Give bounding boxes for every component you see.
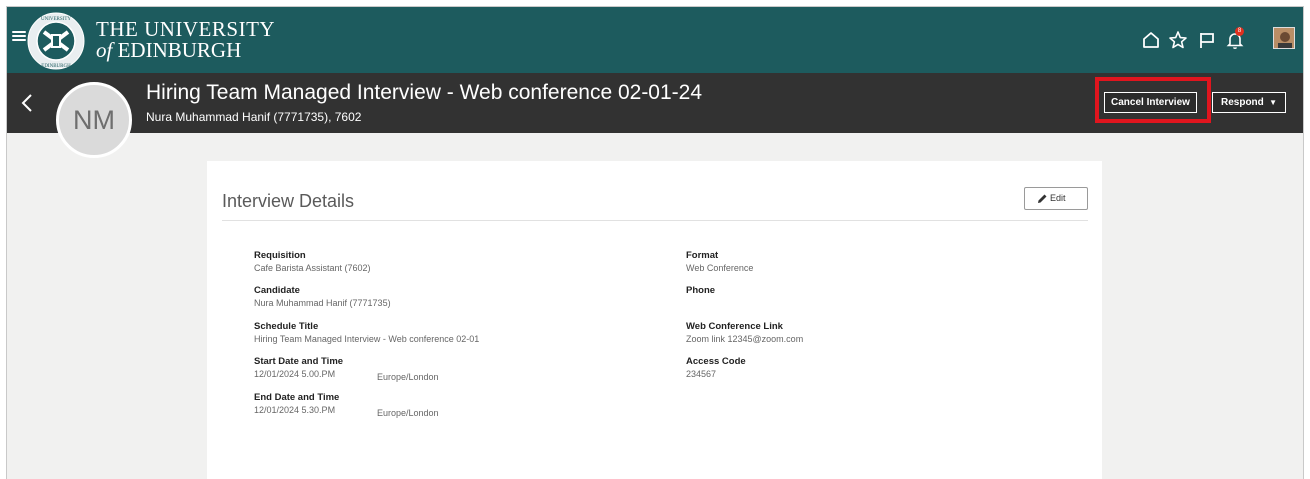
university-name: THE UNIVERSITY of EDINBURGH [96, 19, 275, 61]
university-name-line1: THE UNIVERSITY [96, 17, 276, 41]
candidate-value: Nura Muhammad Hanif (7771735) [254, 298, 391, 308]
pencil-icon [1038, 194, 1047, 203]
card-title: Interview Details [222, 191, 355, 211]
access-code-field: Access Code 234567 [686, 356, 746, 381]
schedule-title-field: Schedule Title Hiring Team Managed Inter… [254, 321, 479, 346]
chevron-down-icon: ▼ [1269, 98, 1277, 107]
start-timezone: Europe/London [377, 372, 439, 382]
brand-bar: UNIVERSITY EDINBURGH THE UNIVERSITY of E… [7, 7, 1303, 73]
svg-text:UNIVERSITY: UNIVERSITY [41, 17, 71, 22]
flag-icon[interactable] [1196, 29, 1218, 51]
web-conference-link-label: Web Conference Link [686, 321, 783, 332]
start-datetime-label: Start Date and Time [254, 356, 344, 367]
candidate-avatar: NM [56, 82, 132, 158]
requisition-label: Requisition [254, 250, 306, 261]
schedule-title-value: Hiring Team Managed Interview - Web conf… [254, 334, 480, 344]
format-field: Format Web Conference [686, 250, 753, 275]
format-label: Format [686, 250, 719, 261]
divider [222, 220, 1088, 221]
svg-text:EDINBURGH: EDINBURGH [41, 64, 71, 69]
web-conference-link-field: Web Conference Link Zoom link 12345@zoom… [686, 321, 803, 346]
notification-count-badge: 8 [1235, 27, 1244, 36]
respond-button[interactable]: Respond ▼ [1212, 92, 1286, 113]
phone-label: Phone [686, 285, 716, 296]
end-datetime-field: End Date and Time 12/01/2024 5.30.PM [254, 392, 339, 417]
candidate-label: Candidate [254, 285, 300, 296]
edit-button-label: Edit [1050, 193, 1066, 203]
format-value: Web Conference [686, 263, 754, 273]
start-datetime-value: 12/01/2024 5.00.PM [254, 369, 336, 379]
page-title: Hiring Team Managed Interview - Web conf… [146, 81, 703, 104]
requisition-field: Requisition Cafe Barista Assistant (7602… [254, 250, 371, 275]
annotation-highlight-box [1095, 77, 1211, 123]
access-code-label: Access Code [686, 356, 746, 367]
end-timezone: Europe/London [377, 408, 439, 418]
access-code-value: 234567 [686, 369, 717, 379]
back-arrow-icon[interactable] [21, 93, 33, 113]
candidate-field: Candidate Nura Muhammad Hanif (7771735) [254, 285, 391, 310]
app-frame: UNIVERSITY EDINBURGH THE UNIVERSITY of E… [6, 6, 1304, 479]
page-subtitle: Nura Muhammad Hanif (7771735), 7602 [146, 110, 362, 124]
user-avatar[interactable] [1273, 27, 1295, 49]
notifications-bell-icon[interactable]: 8 [1224, 27, 1246, 51]
star-icon[interactable] [1167, 29, 1189, 51]
end-datetime-value: 12/01/2024 5.30.PM [254, 405, 336, 415]
university-crest-logo[interactable]: UNIVERSITY EDINBURGH [27, 12, 85, 70]
university-name-of: of [96, 38, 113, 62]
interview-details-card: Interview Details Edit Requisition Cafe … [207, 161, 1102, 479]
end-datetime-label: End Date and Time [254, 392, 340, 403]
start-datetime-field: Start Date and Time 12/01/2024 5.00.PM [254, 356, 343, 381]
requisition-value: Cafe Barista Assistant (7602) [254, 263, 371, 273]
hamburger-menu-icon[interactable] [12, 29, 26, 45]
respond-button-label: Respond [1221, 97, 1264, 108]
home-icon[interactable] [1140, 29, 1162, 51]
university-name-line2: EDINBURGH [117, 38, 242, 62]
schedule-title-label: Schedule Title [254, 321, 319, 332]
edit-button[interactable]: Edit [1024, 187, 1088, 210]
web-conference-link-value[interactable]: Zoom link 12345@zoom.com [686, 333, 803, 346]
phone-field: Phone [686, 285, 715, 297]
